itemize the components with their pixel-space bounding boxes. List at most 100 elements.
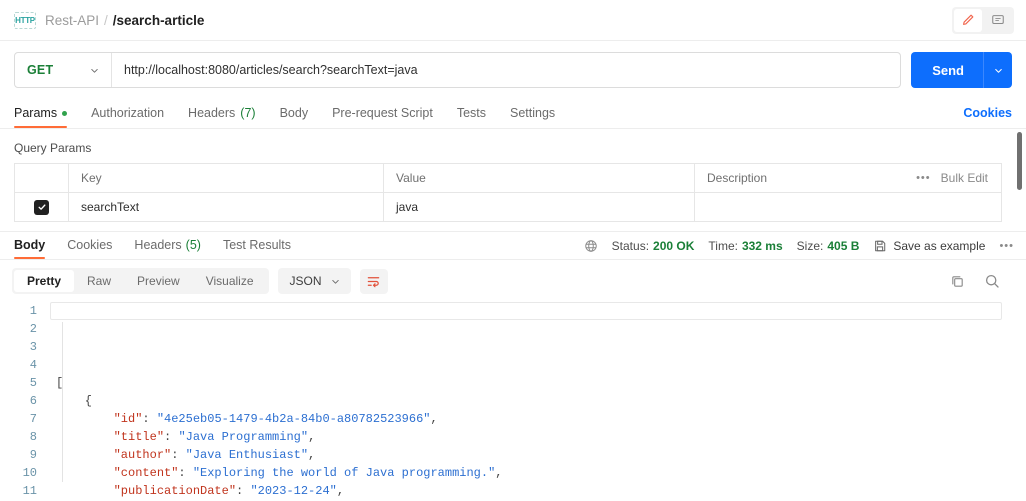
row-description-cell[interactable]: [695, 193, 1001, 221]
response-tab-cookies[interactable]: Cookies: [67, 238, 112, 259]
topbar-actions: [952, 6, 1014, 34]
table-row: searchText java: [15, 193, 1001, 222]
word-wrap-button[interactable]: [359, 268, 388, 294]
chevron-down-icon: [91, 68, 98, 73]
tab-settings[interactable]: Settings: [510, 106, 555, 128]
line-number: 4: [29, 358, 37, 372]
line-number: 7: [29, 412, 37, 426]
code-line: "content": "Exploring the world of Java …: [113, 466, 503, 480]
tab-tests[interactable]: Tests: [457, 106, 486, 128]
line-number: 9: [29, 448, 37, 462]
line-number-gutter: 1 2 3 4 5 6 7 8 9 10 11: [0, 302, 46, 498]
copy-response-button[interactable]: [950, 274, 965, 289]
size-label: Size:: [796, 239, 824, 253]
size-indicator: Size: 405 B: [797, 239, 860, 253]
breadcrumb-bar: HTTP Rest-API / /search-article: [0, 0, 1026, 41]
comments-button[interactable]: [984, 9, 1012, 32]
response-tab-body-label: Body: [14, 238, 46, 252]
tab-body[interactable]: Body: [280, 106, 309, 128]
column-header-key: Key: [69, 164, 384, 192]
table-header-row: Key Value Description ••• Bulk Edit: [15, 164, 1001, 193]
tab-params[interactable]: Params: [14, 106, 68, 128]
time-indicator: Time: 332 ms: [708, 239, 782, 253]
response-body-code[interactable]: [ { "id": "4e25eb05-1479-4b2a-84b0-a8078…: [46, 302, 1026, 498]
code-line: "publicationDate": "2023-12-24",: [113, 484, 345, 498]
view-mode-visualize[interactable]: Visualize: [193, 270, 267, 292]
params-scrollbar[interactable]: [1017, 132, 1022, 190]
cookies-link[interactable]: Cookies: [963, 106, 1012, 128]
time-label: Time:: [708, 239, 738, 253]
search-icon: [985, 274, 999, 288]
line-number: 10: [22, 466, 37, 480]
breadcrumb-collection[interactable]: Rest-API: [45, 13, 99, 28]
row-enabled-checkbox-cell[interactable]: [15, 193, 69, 221]
send-options-button[interactable]: [983, 52, 1012, 88]
chevron-down-icon: [994, 68, 1002, 73]
breadcrumb-request-name[interactable]: /search-article: [113, 13, 205, 28]
search-response-button[interactable]: [984, 273, 1000, 289]
tab-authorization[interactable]: Authorization: [91, 106, 164, 128]
params-more-options-button[interactable]: •••: [916, 172, 931, 184]
send-request-group: Send: [911, 52, 1012, 88]
line-number: 5: [29, 376, 37, 390]
response-format-label: JSON: [289, 274, 322, 288]
http-method-select[interactable]: GET: [15, 53, 112, 87]
bulk-edit-button[interactable]: Bulk Edit: [941, 171, 988, 185]
view-mode-preview[interactable]: Preview: [124, 270, 193, 292]
row-key-cell[interactable]: searchText: [69, 193, 384, 221]
line-number: 11: [22, 484, 37, 498]
response-tab-test-results[interactable]: Test Results: [223, 238, 291, 259]
tab-body-label: Body: [279, 106, 309, 120]
tab-pre-request-script-label: Pre-request Script: [332, 106, 433, 120]
status-label: Status:: [611, 239, 650, 253]
response-tab-headers-count: (5): [185, 238, 201, 252]
time-value: 332 ms: [741, 239, 783, 253]
tab-pre-request-script[interactable]: Pre-request Script: [332, 106, 433, 128]
send-button[interactable]: Send: [911, 52, 983, 88]
url-input[interactable]: http://localhost:8080/articles/search?se…: [112, 53, 900, 87]
status-value: 200 OK: [653, 239, 695, 253]
save-as-example-button[interactable]: Save as example: [873, 239, 985, 253]
tab-authorization-label: Authorization: [91, 106, 165, 120]
view-mode-pretty[interactable]: Pretty: [14, 270, 75, 292]
response-body-actions: [950, 273, 1014, 289]
column-header-value-label: Value: [396, 171, 426, 185]
select-all-cell[interactable]: [15, 164, 69, 192]
column-header-description: Description: [695, 164, 889, 192]
tab-settings-label: Settings: [510, 106, 556, 120]
code-line: "id": "4e25eb05-1479-4b2a-84b0-a80782523…: [113, 412, 438, 426]
table-tools: ••• Bulk Edit: [889, 164, 1001, 192]
code-fold-guide: [62, 322, 63, 482]
response-header: Body Cookies Headers (5) Test Results St…: [0, 231, 1026, 259]
response-more-options-button[interactable]: •••: [999, 240, 1014, 252]
pencil-icon: [963, 14, 974, 25]
code-line: "title": "Java Programming",: [113, 430, 316, 444]
response-tab-headers[interactable]: Headers (5): [134, 238, 201, 259]
response-tab-body[interactable]: Body: [14, 238, 46, 259]
row-value-cell[interactable]: java: [384, 193, 695, 221]
line-number: 1: [29, 304, 37, 318]
line-number: 3: [29, 340, 37, 354]
tab-headers[interactable]: Headers (7): [188, 106, 256, 128]
edit-request-button[interactable]: [954, 8, 982, 32]
code-line: [: [56, 376, 64, 390]
column-header-value: Value: [384, 164, 695, 192]
params-modified-dot: [62, 110, 68, 116]
breadcrumb-separator: /: [104, 12, 108, 28]
tab-headers-count: (7): [240, 106, 256, 120]
column-header-description-label: Description: [707, 171, 768, 185]
view-mode-group: Pretty Raw Preview Visualize: [12, 268, 269, 294]
response-format-select[interactable]: JSON: [277, 268, 351, 294]
row-enabled-checkbox[interactable]: [34, 199, 49, 215]
comment-icon: [992, 15, 1004, 25]
line-number: 2: [29, 322, 37, 336]
status-indicator: Status: 200 OK: [612, 239, 695, 253]
tab-headers-label: Headers: [188, 106, 236, 120]
response-body-viewer[interactable]: 1 2 3 4 5 6 7 8 9 10 11 [ { "id": "4e25eb05-1479-4…: [0, 302, 1026, 498]
view-mode-raw[interactable]: Raw: [74, 270, 124, 292]
row-key-value: searchText: [81, 200, 140, 214]
code-line: "author": "Java Enthusiast",: [113, 448, 316, 462]
http-method-label: GET: [27, 63, 54, 77]
active-line-highlight: [50, 302, 1002, 320]
save-icon: [875, 240, 886, 252]
